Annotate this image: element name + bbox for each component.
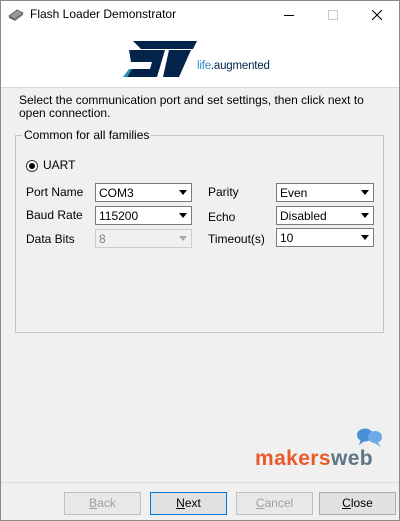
data-bits-label: Data Bits [26,232,75,246]
st-banner: life.augmented [1,29,399,88]
data-bits-select: 8 [95,229,192,248]
port-name-select[interactable]: COM3 [95,183,192,202]
makersweb-text: makersweb [255,447,374,470]
uart-radio[interactable] [26,160,38,172]
timeout-select[interactable]: 10 [276,228,374,247]
timeout-label: Timeout(s) [208,232,265,246]
baud-rate-label: Baud Rate [26,208,83,222]
radio-selected-dot [29,163,35,169]
instruction-text: Select the communication port and set se… [19,93,364,120]
minimize-button[interactable] [267,1,311,29]
footer-divider [1,482,399,483]
parity-select[interactable]: Even [276,183,374,202]
common-families-group: Common for all families UART Port Name C… [15,128,384,333]
app-chip-icon [8,7,24,23]
echo-select[interactable]: Disabled [276,206,374,225]
st-logo [123,41,197,77]
minimize-icon [284,15,294,16]
st-tagline: life.augmented [197,60,270,72]
close-icon [372,10,383,21]
dropdown-arrow-icon[interactable] [357,184,373,201]
maximize-icon [328,10,338,20]
dropdown-arrow-icon[interactable] [175,207,191,224]
title-bar[interactable]: Flash Loader Demonstrator [1,1,399,29]
close-button[interactable]: Close [319,492,396,515]
close-window-button[interactable] [355,1,399,29]
back-button[interactable]: Back [64,492,141,515]
port-name-label: Port Name [26,185,84,199]
makersweb-watermark: makersweb [255,427,385,477]
chat-bubbles-icon [357,428,382,447]
baud-rate-select[interactable]: 115200 [95,206,192,225]
echo-label: Echo [208,210,236,224]
dropdown-arrow-icon [175,230,191,247]
dropdown-arrow-icon[interactable] [175,184,191,201]
cancel-button[interactable]: Cancel [236,492,313,515]
dropdown-arrow-icon[interactable] [357,229,373,246]
uart-radio-label[interactable]: UART [43,158,75,172]
group-title: Common for all families [22,128,152,142]
next-button[interactable]: Next [150,492,227,515]
dropdown-arrow-icon[interactable] [357,207,373,224]
flash-loader-window: Flash Loader Demonstrator life.augmented… [0,0,400,521]
window-title: Flash Loader Demonstrator [30,7,177,21]
parity-label: Parity [208,185,239,199]
maximize-button [311,1,355,29]
